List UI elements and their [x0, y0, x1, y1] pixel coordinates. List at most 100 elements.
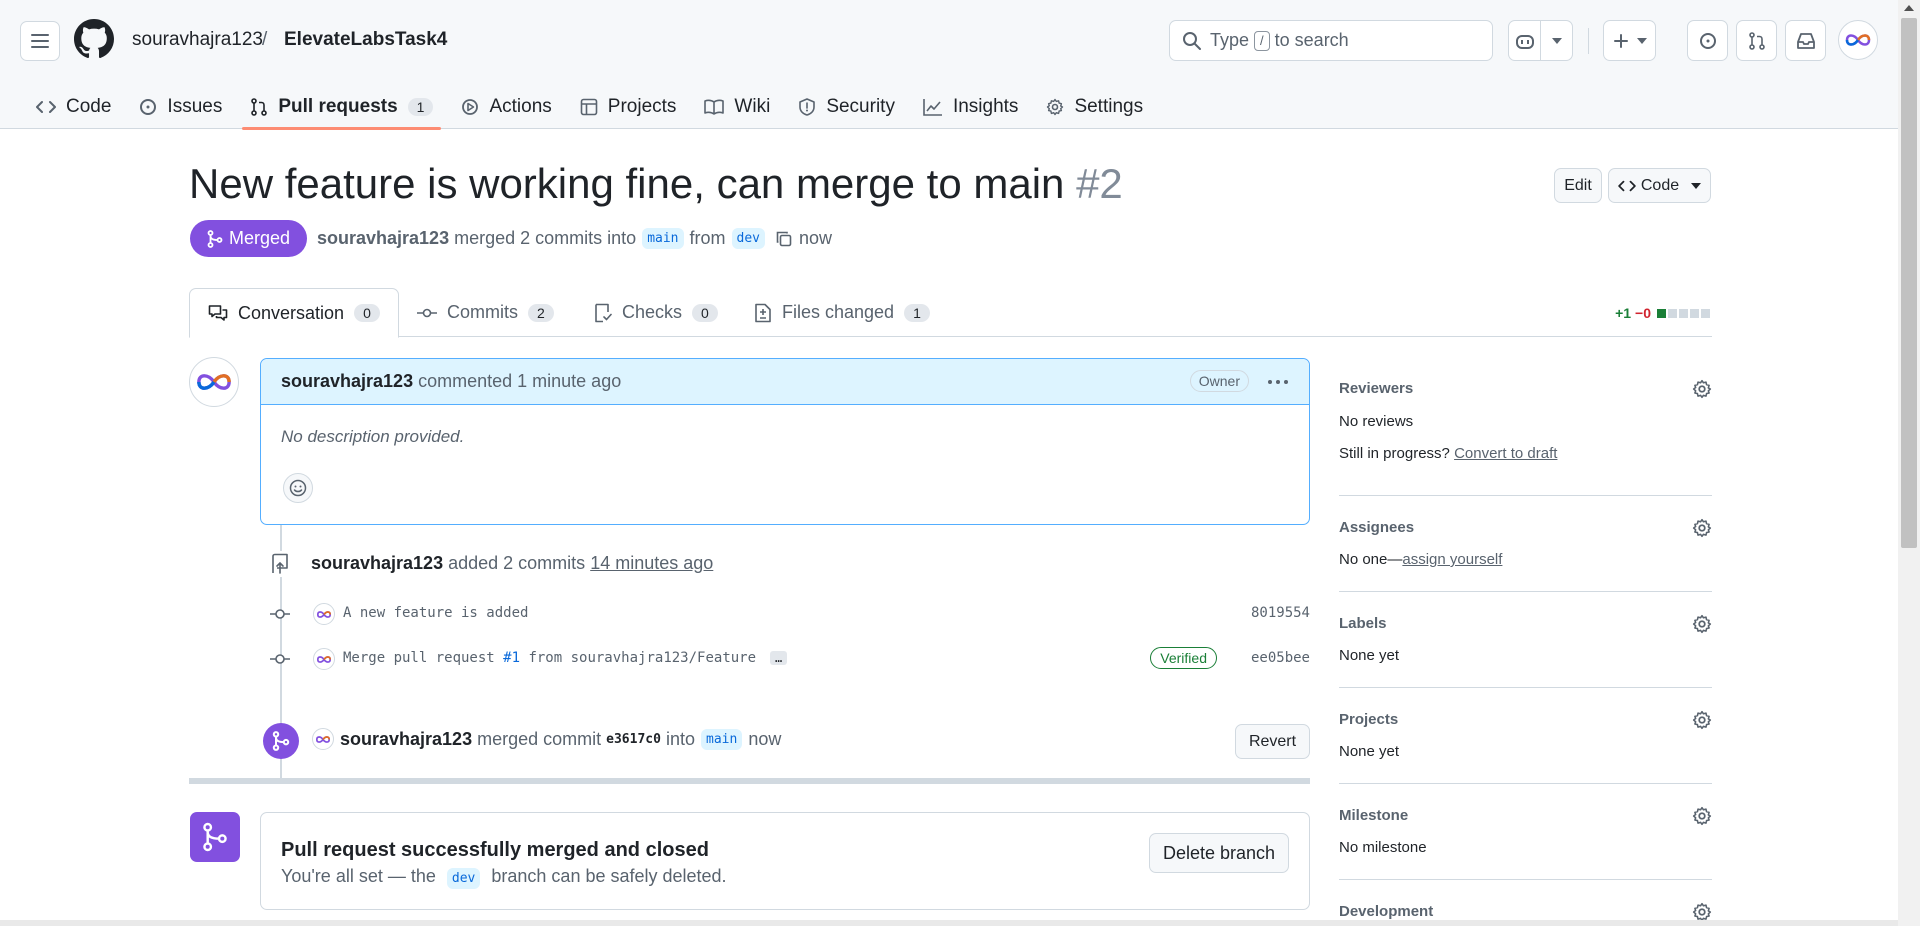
head-branch[interactable]: dev	[731, 228, 765, 249]
delete-branch-button[interactable]: Delete branch	[1149, 833, 1289, 873]
owner-badge: Owner	[1189, 370, 1249, 392]
pull-request-icon	[251, 97, 268, 116]
caret-down-icon	[1636, 37, 1647, 44]
event-author-link[interactable]: souravhajra123	[340, 729, 472, 750]
scrollbar-thumb[interactable]	[1901, 18, 1917, 548]
tab-projects[interactable]: Projects	[566, 84, 691, 129]
avatar[interactable]	[313, 603, 335, 625]
commit-message-link[interactable]: A new feature is added	[343, 605, 528, 621]
pr-from-text: from	[689, 228, 726, 248]
tab-checks[interactable]: Checks 0	[594, 288, 718, 337]
commit-message-suffix: from souravhajra123/Feature	[528, 650, 757, 666]
tab-label: Wiki	[734, 95, 771, 117]
gear-icon[interactable]	[1692, 614, 1712, 634]
comment-body: No description provided.	[281, 427, 465, 446]
breadcrumb-owner-link[interactable]: souravhajra123	[132, 29, 263, 51]
gear-icon[interactable]	[1692, 806, 1712, 826]
tab-files-changed[interactable]: Files changed 1	[754, 288, 930, 337]
add-reaction-button[interactable]	[283, 473, 313, 503]
verified-badge[interactable]: Verified	[1150, 647, 1217, 669]
edit-title-button[interactable]: Edit	[1554, 168, 1602, 203]
gear-icon[interactable]	[1692, 379, 1712, 399]
pr-meta: souravhajra123 merged 2 commits into mai…	[317, 228, 832, 249]
github-logo-icon[interactable]	[74, 19, 114, 59]
kebab-horizontal-icon[interactable]	[1267, 371, 1289, 393]
breadcrumb-repo-link[interactable]: ElevateLabsTask4	[284, 29, 447, 51]
comment-author-link[interactable]: souravhajra123	[281, 371, 413, 392]
gear-icon[interactable]	[1692, 710, 1712, 730]
tab-insights[interactable]: Insights	[909, 84, 1032, 129]
tab-conversation[interactable]: Conversation 0	[189, 288, 399, 338]
revert-button[interactable]: Revert	[1235, 724, 1310, 759]
commit-sha-link[interactable]: ee05bee	[1251, 650, 1310, 666]
copilot-button[interactable]	[1508, 20, 1541, 61]
convert-to-draft-link[interactable]: Convert to draft	[1454, 445, 1557, 462]
caret-down-icon	[1551, 37, 1562, 44]
tab-issues[interactable]: Issues	[125, 84, 236, 129]
commit-sha-link[interactable]: 8019554	[1251, 605, 1310, 621]
gear-icon[interactable]	[1692, 902, 1712, 922]
checklist-icon	[595, 303, 612, 322]
event-author-link[interactable]: souravhajra123	[311, 553, 443, 573]
tab-actions[interactable]: Actions	[447, 84, 565, 129]
tab-label: Security	[826, 95, 895, 117]
code-dropdown-button[interactable]: Code	[1608, 168, 1711, 203]
inbox-icon	[1796, 32, 1815, 49]
timeline-end	[189, 778, 1310, 784]
pr-author-link[interactable]: souravhajra123	[317, 228, 449, 249]
repo-nav-tabs: Code Issues Pull requests 1 Actions Proj…	[22, 84, 1157, 130]
pr-comment: souravhajra123 commented 1 minute ago Ow…	[260, 358, 1310, 525]
merge-event: souravhajra123 merged commit e3617c0 int…	[340, 729, 781, 750]
avatar[interactable]	[313, 648, 335, 670]
user-avatar[interactable]	[1838, 20, 1878, 60]
copilot-icon	[1515, 34, 1534, 49]
tab-label: Issues	[167, 95, 223, 117]
search-icon	[1183, 32, 1201, 50]
commit-message[interactable]: Merge pull request #1 from souravhajra12…	[343, 650, 788, 666]
copy-icon[interactable]	[775, 230, 793, 248]
copilot-menu-button[interactable]	[1540, 20, 1573, 61]
tab-pull-requests[interactable]: Pull requests 1	[236, 84, 447, 130]
expand-commit-button[interactable]: …	[770, 651, 788, 665]
gear-icon[interactable]	[1692, 518, 1712, 538]
tab-commits[interactable]: Commits 2	[417, 288, 554, 337]
infinity-avatar-icon	[315, 735, 331, 743]
tab-label: Conversation	[238, 302, 345, 323]
horizontal-scrollbar[interactable]	[0, 920, 1898, 926]
git-commit-icon	[270, 609, 290, 619]
commits-count: 2	[528, 303, 554, 322]
sidebar-value: No one—assign yourself	[1339, 551, 1502, 568]
sidebar-heading: Reviewers	[1339, 380, 1414, 397]
search-input[interactable]: Type / to search	[1169, 20, 1493, 61]
scroll-up-icon[interactable]	[1904, 5, 1914, 11]
comment-header: souravhajra123 commented 1 minute ago	[261, 359, 1309, 405]
create-new-button[interactable]	[1603, 20, 1656, 61]
menu-button[interactable]	[20, 21, 60, 61]
avatar[interactable]	[189, 357, 239, 407]
event-text: added 2 commits	[448, 553, 586, 573]
code-icon	[36, 100, 56, 113]
tab-security[interactable]: Security	[784, 84, 909, 129]
conversation-count: 0	[354, 304, 380, 322]
avatar[interactable]	[312, 728, 334, 750]
pr-title-text: New feature is working fine, can merge t…	[189, 160, 1065, 207]
head-branch[interactable]: dev	[446, 868, 481, 889]
tab-settings[interactable]: Settings	[1032, 84, 1157, 129]
diffstat-block	[1701, 308, 1710, 318]
no-assignee-text: No one—	[1339, 551, 1403, 568]
tab-wiki[interactable]: Wiki	[690, 84, 784, 129]
tab-code[interactable]: Code	[22, 84, 125, 129]
files-changed-count: 1	[904, 303, 930, 322]
base-branch[interactable]: main	[642, 228, 684, 249]
inbox-button[interactable]	[1785, 20, 1826, 61]
issues-button[interactable]	[1687, 20, 1728, 61]
pull-requests-button[interactable]	[1736, 20, 1777, 61]
base-branch[interactable]: main	[701, 729, 743, 750]
merge-commit-sha-link[interactable]: e3617c0	[606, 732, 661, 747]
assign-yourself-link[interactable]: assign yourself	[1402, 551, 1502, 568]
diffstat[interactable]: +1 −0	[1615, 305, 1712, 321]
event-time-link[interactable]: 14 minutes ago	[590, 553, 713, 573]
pull-request-reference-link[interactable]: #1	[503, 650, 520, 666]
sidebar-value: No milestone	[1339, 839, 1427, 856]
tab-label: Projects	[607, 95, 677, 117]
